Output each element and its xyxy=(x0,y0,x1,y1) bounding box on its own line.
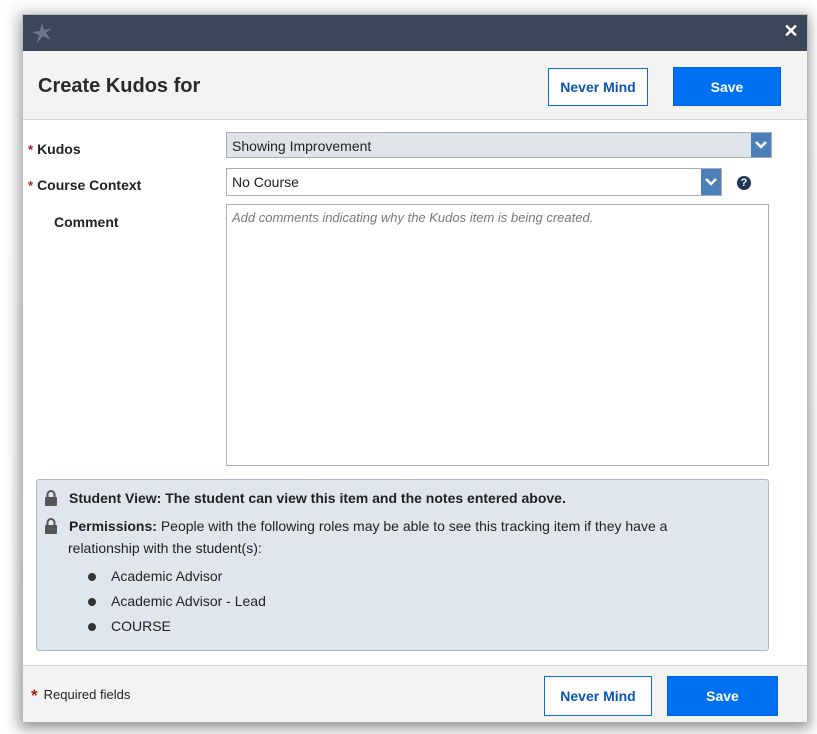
kudos-label: * Kudos xyxy=(28,141,81,157)
lock-icon xyxy=(45,518,57,534)
permissions-label: Permissions: xyxy=(69,518,157,534)
student-view-description: The student can view this item and the n… xyxy=(165,490,566,506)
never-mind-button-bottom[interactable]: Never Mind xyxy=(544,676,652,716)
dialog-title: Create Kudos for xyxy=(38,75,201,97)
course-context-label-text: Course Context xyxy=(37,177,142,193)
never-mind-button-top[interactable]: Never Mind xyxy=(548,68,648,106)
visibility-info-panel: Student View: The student can view this … xyxy=(36,479,769,651)
dialog-header: Create Kudos for Never Mind Save xyxy=(23,51,807,120)
course-context-label: * Course Context xyxy=(28,177,141,193)
course-context-select-value: No Course xyxy=(232,174,299,190)
required-fields-note: * Required fields xyxy=(31,686,130,706)
bullet-icon xyxy=(88,623,96,631)
role-list-item: COURSE xyxy=(111,618,171,634)
permissions-description: People with the following roles may be a… xyxy=(160,518,668,534)
required-star-icon: * xyxy=(31,686,38,705)
kudos-select[interactable]: Showing Improvement xyxy=(226,132,772,158)
chevron-down-icon[interactable] xyxy=(701,169,721,195)
role-list-item: Academic Advisor - Lead xyxy=(111,593,266,609)
create-kudos-dialog: ✕ Create Kudos for Never Mind Save * Kudo… xyxy=(22,14,808,722)
comment-textarea[interactable]: Add comments indicating why the Kudos it… xyxy=(226,204,769,466)
chevron-down-icon[interactable] xyxy=(751,133,771,157)
student-view-label: Student View: xyxy=(69,490,162,506)
permissions-text: Permissions: People with the following r… xyxy=(69,518,667,534)
app-logo-icon xyxy=(32,23,52,43)
dialog-footer: * Required fields Never Mind Save xyxy=(23,665,807,722)
comment-label: Comment xyxy=(54,214,119,230)
required-fields-text: Required fields xyxy=(43,687,131,702)
save-button-bottom[interactable]: Save xyxy=(667,676,778,716)
question-circle-icon[interactable]: ? xyxy=(737,176,751,190)
bullet-icon xyxy=(88,598,96,606)
kudos-select-value: Showing Improvement xyxy=(232,138,372,154)
required-star-icon: * xyxy=(28,178,34,193)
role-list-item: Academic Advisor xyxy=(111,568,223,584)
bullet-icon xyxy=(88,573,96,581)
permissions-text-continued: relationship with the student(s): xyxy=(68,540,262,556)
lock-icon xyxy=(45,490,57,506)
required-star-icon: * xyxy=(28,142,34,157)
close-icon[interactable]: ✕ xyxy=(781,21,801,41)
kudos-label-text: Kudos xyxy=(37,141,81,157)
course-context-select[interactable]: No Course xyxy=(226,168,722,196)
save-button-top[interactable]: Save xyxy=(673,67,781,106)
student-view-text: Student View: The student can view this … xyxy=(69,490,566,506)
dialog-titlebar: ✕ xyxy=(23,15,807,51)
